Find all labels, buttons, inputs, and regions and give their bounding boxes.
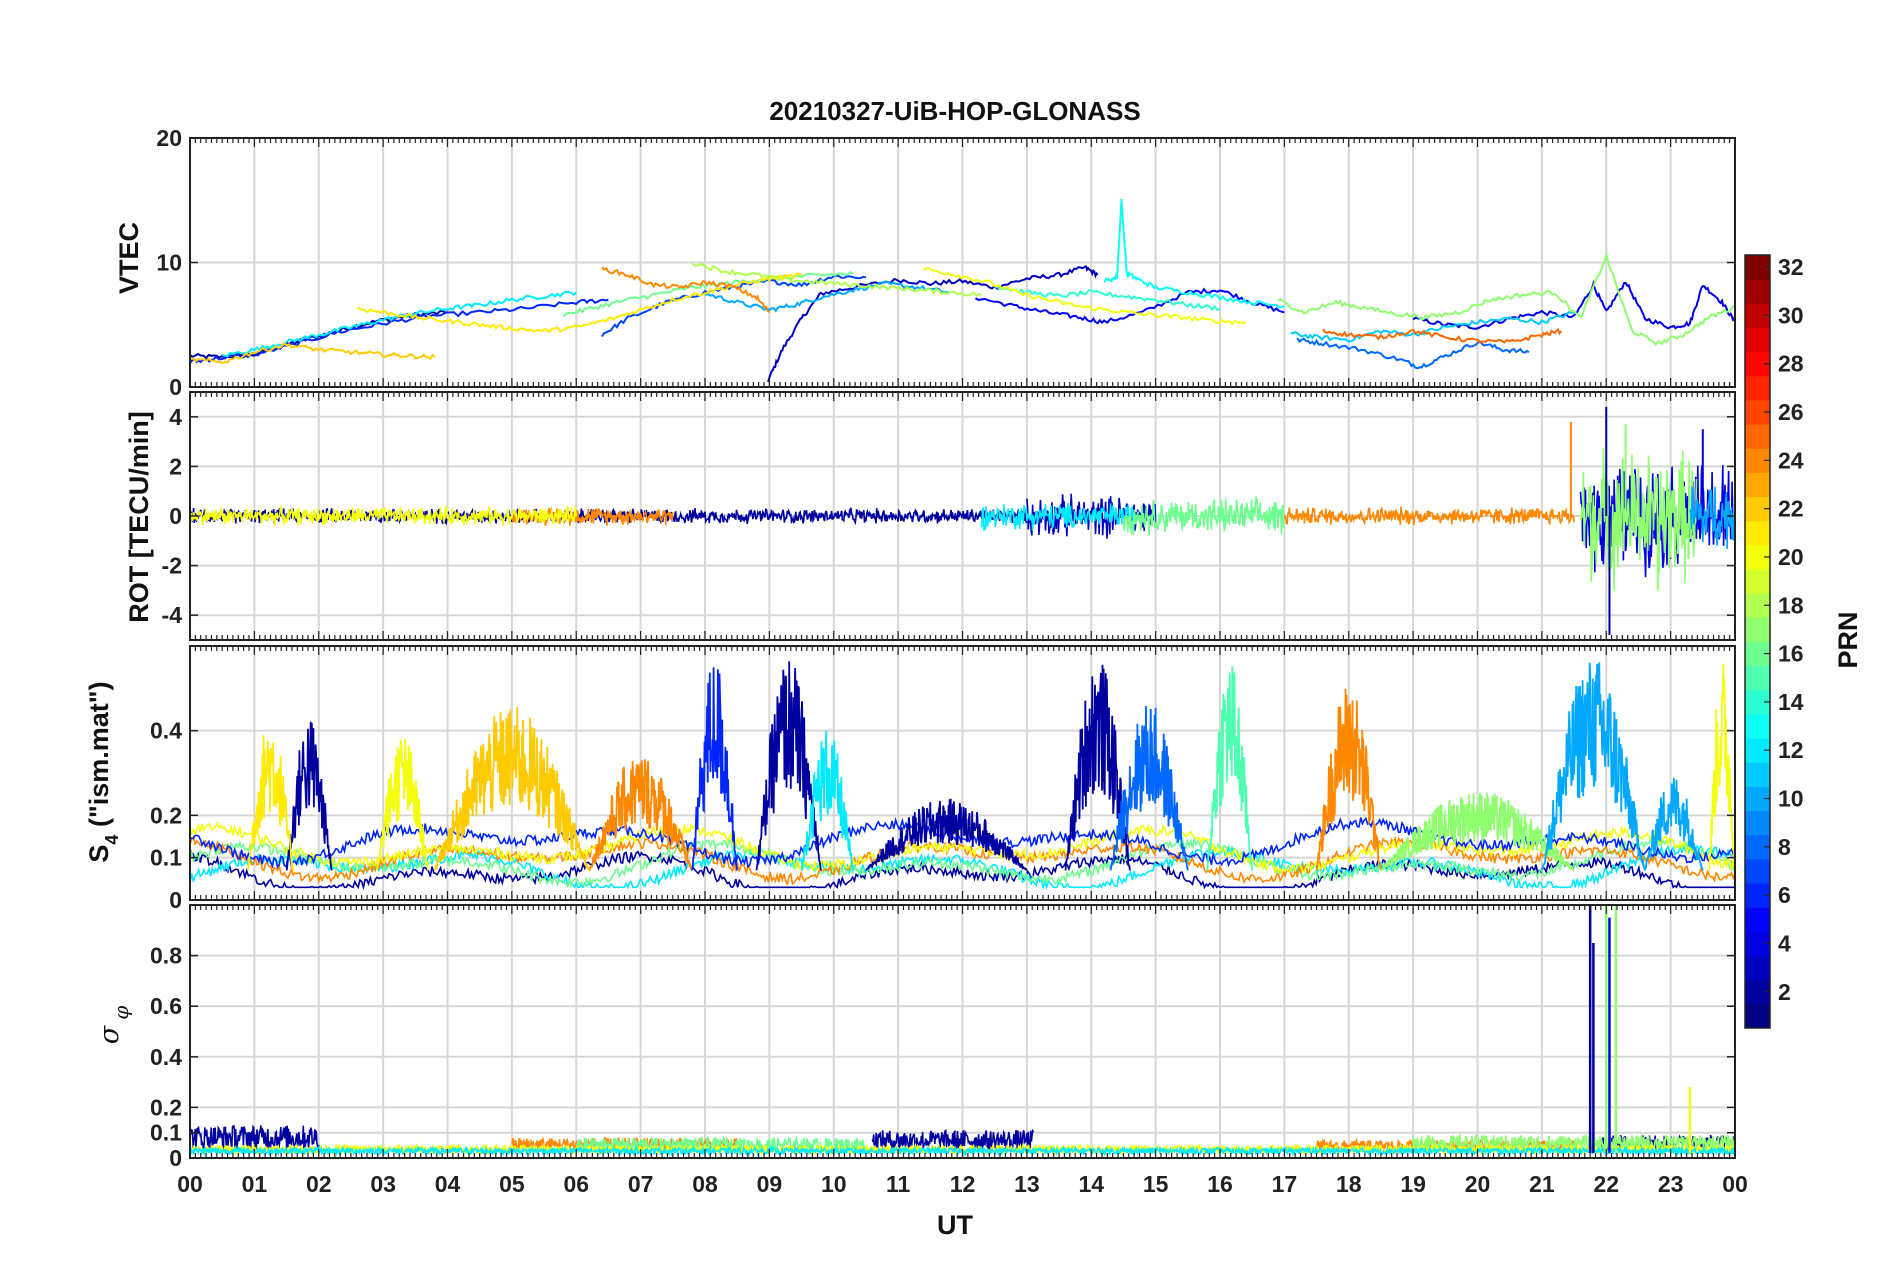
colorbar-tick-label: 16	[1778, 641, 1804, 667]
colorbar-step	[1745, 472, 1770, 498]
x-tick-label: 10	[821, 1171, 847, 1197]
x-tick-label: 17	[1272, 1171, 1298, 1197]
x-tick-label: 14	[1078, 1171, 1104, 1197]
sigma-symbol: σ	[94, 1024, 125, 1044]
x-tick-label: 02	[306, 1171, 332, 1197]
y-tick-label: 10	[156, 250, 182, 276]
colorbar-step	[1745, 424, 1770, 449]
colorbar-step	[1745, 907, 1770, 932]
y-tick-label: 0.8	[150, 943, 182, 969]
colorbar-step	[1745, 665, 1770, 691]
colorbar-tick-label: 30	[1778, 302, 1804, 328]
y-tick-label: -2	[162, 553, 182, 579]
x-tick-label: 23	[1658, 1171, 1684, 1197]
colorbar-step	[1745, 375, 1770, 401]
x-tick-label: 21	[1529, 1171, 1555, 1197]
colorbar-tick-label: 18	[1778, 592, 1804, 618]
colorbar-tick-label: 8	[1778, 834, 1791, 860]
colorbar-tick-label: 20	[1778, 544, 1804, 570]
s4-symbol: S	[84, 845, 114, 863]
x-tick-label: 12	[950, 1171, 976, 1197]
y-tick-label: 0.6	[150, 993, 182, 1019]
colorbar-step	[1745, 279, 1770, 304]
x-tick-label: 04	[435, 1171, 461, 1197]
colorbar-tick-label: 2	[1778, 979, 1791, 1005]
colorbar-tick-label: 6	[1778, 882, 1791, 908]
colorbar-label: PRN	[1833, 611, 1863, 668]
x-axis-label: UT	[937, 1210, 973, 1240]
figure: 20210327-UiB-HOP-GLONASS 01020 VTEC -4-2…	[0, 0, 1902, 1272]
x-tick-label: 15	[1143, 1171, 1169, 1197]
colorbar-step	[1745, 1003, 1770, 1029]
x-tick-label: 01	[242, 1171, 268, 1197]
y-tick-label: -4	[162, 602, 183, 628]
colorbar-tick-label: 26	[1778, 399, 1804, 425]
y-tick-label: 2	[169, 453, 182, 479]
colorbar-step	[1745, 520, 1770, 546]
colorbar-tick-label: 4	[1778, 930, 1791, 956]
y-tick-label: 0	[169, 1145, 182, 1171]
x-tick-label: 08	[692, 1171, 718, 1197]
y-tick-label: 0	[169, 887, 182, 913]
colorbar-step	[1745, 327, 1770, 353]
y-tick-label: 0.1	[150, 1120, 182, 1146]
x-tick-label: 07	[628, 1171, 654, 1197]
x-tick-label: 22	[1593, 1171, 1619, 1197]
y-tick-label: 0.2	[150, 1094, 182, 1120]
y-tick-label: 0.4	[150, 718, 182, 744]
x-tick-label: 18	[1336, 1171, 1362, 1197]
x-tick-label: 06	[563, 1171, 589, 1197]
x-tick-label: 00	[177, 1171, 203, 1197]
colorbar-step	[1745, 713, 1770, 739]
vtec-y-axis-label: VTEC	[114, 222, 144, 294]
y-tick-label: 0.1	[150, 845, 182, 871]
colorbar-tick-label: 12	[1778, 737, 1804, 763]
colorbar-step	[1745, 955, 1770, 981]
x-tick-label: 03	[370, 1171, 396, 1197]
y-tick-label: 20	[156, 125, 182, 151]
y-tick-label: 0.4	[150, 1044, 182, 1070]
x-tick-label: 05	[499, 1171, 525, 1197]
x-tick-label: 19	[1400, 1171, 1426, 1197]
y-tick-label: 0	[169, 503, 182, 529]
s4-unit: ("ism.mat")	[84, 681, 114, 834]
s4-subscript: 4	[102, 835, 122, 845]
colorbar-step	[1745, 762, 1770, 787]
y-tick-label: 0.2	[150, 802, 182, 828]
x-tick-label: 16	[1207, 1171, 1233, 1197]
colorbar-tick-label: 28	[1778, 351, 1804, 377]
x-tick-label: 00	[1722, 1171, 1748, 1197]
rot-y-axis-label: ROT [TECU/min]	[124, 411, 154, 622]
y-tick-label: 4	[169, 404, 182, 430]
x-tick-label: 11	[886, 1171, 911, 1197]
colorbar-tick-label: 14	[1778, 689, 1804, 715]
y-tick-label: 0	[169, 374, 182, 400]
x-tick-label: 20	[1465, 1171, 1491, 1197]
x-tick-label: 13	[1014, 1171, 1040, 1197]
colorbar-color-steps	[1745, 255, 1770, 1029]
x-tick-label: 09	[757, 1171, 783, 1197]
colorbar-tick-label: 10	[1778, 786, 1804, 812]
colorbar-tick-label: 24	[1778, 447, 1804, 473]
colorbar-step	[1745, 569, 1770, 594]
phi-subscript: φ	[109, 1006, 133, 1020]
colorbar-tick-label: 32	[1778, 254, 1804, 280]
colorbar-step	[1745, 810, 1770, 836]
chart-title: 20210327-UiB-HOP-GLONASS	[769, 96, 1140, 126]
colorbar-step	[1745, 858, 1770, 884]
colorbar-tick-label: 22	[1778, 496, 1804, 522]
colorbar-step	[1745, 617, 1770, 642]
